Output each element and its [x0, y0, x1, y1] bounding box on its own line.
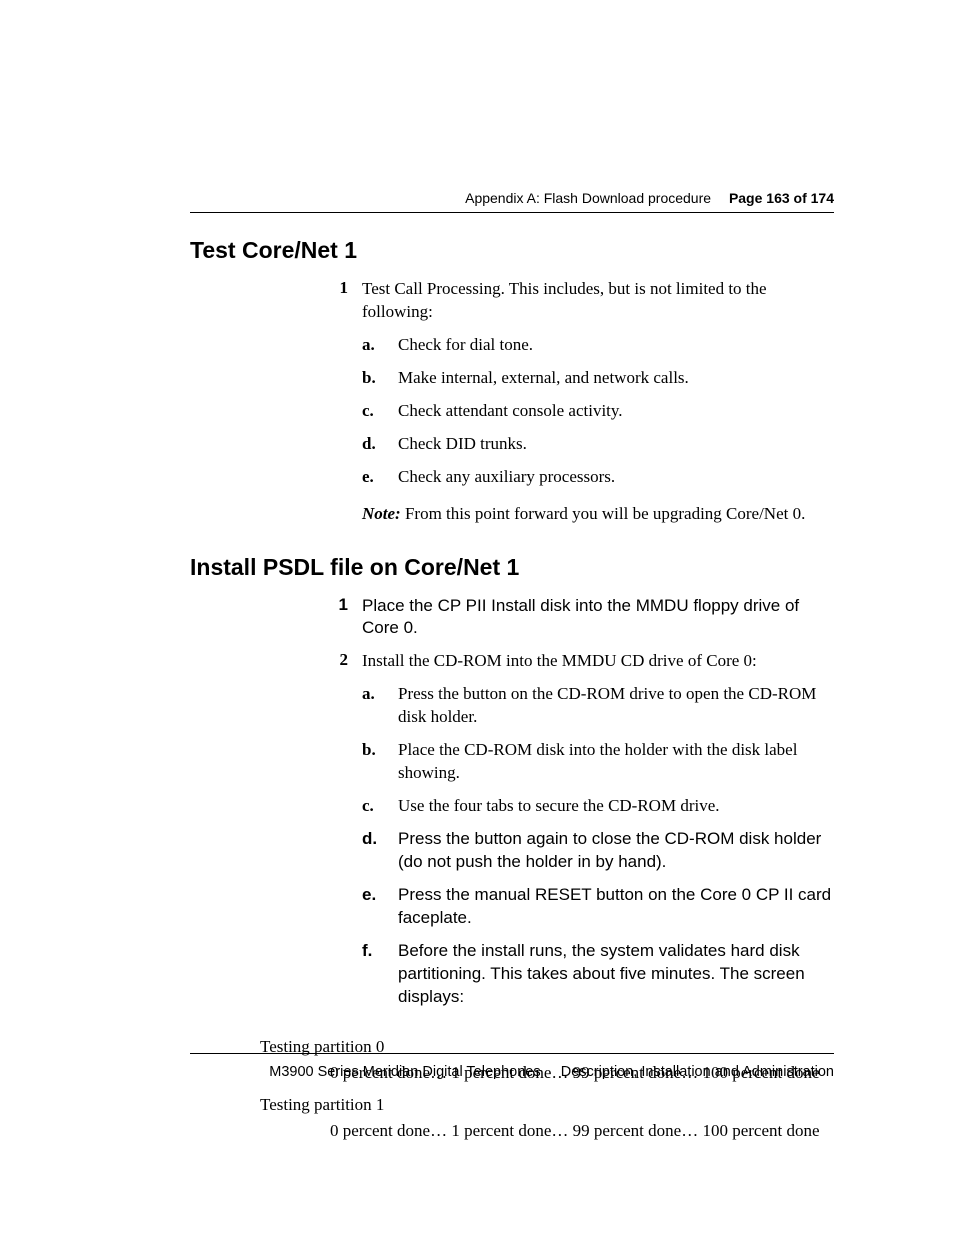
running-footer: M3900 Series Meridian Digital Telephones…: [190, 1053, 834, 1080]
note-text: From this point forward you will be upgr…: [405, 504, 805, 523]
step-number: 2: [320, 650, 348, 1018]
substep-c: c.Check attendant console activity.: [362, 400, 834, 423]
step-number: 1: [320, 278, 348, 526]
section2-substeps: a.Press the button on the CD-ROM drive t…: [362, 683, 834, 1008]
substep-f: f.Before the install runs, the system va…: [362, 940, 834, 1009]
section2-step-1: 1 Place the CP PII Install disk into the…: [320, 595, 834, 641]
step-text: Test Call Processing. This includes, but…: [362, 279, 767, 321]
step-number: 1: [320, 595, 348, 641]
section-heading-test-core: Test Core/Net 1: [190, 237, 834, 264]
section1-step-1: 1 Test Call Processing. This includes, b…: [320, 278, 834, 526]
step-text: Place the CP PII Install disk into the M…: [362, 596, 799, 638]
substep-a: a.Check for dial tone.: [362, 334, 834, 357]
section1-step-list: 1 Test Call Processing. This includes, b…: [320, 278, 834, 526]
footer-doc-title: Description, Installation and Administra…: [561, 1064, 834, 1080]
section-heading-install-psdl: Install PSDL file on Core/Net 1: [190, 554, 834, 581]
substep-e: e.Press the manual RESET button on the C…: [362, 884, 834, 930]
section1-substeps: a.Check for dial tone. b.Make internal, …: [362, 334, 834, 489]
substep-d: d.Check DID trunks.: [362, 433, 834, 456]
substep-b: b.Make internal, external, and network c…: [362, 367, 834, 390]
section2-step-list: 1 Place the CP PII Install disk into the…: [320, 595, 834, 1019]
header-appendix: Appendix A: Flash Download procedure: [465, 190, 711, 206]
note-label: Note:: [362, 504, 401, 523]
header-page-number: Page 163 of 174: [729, 190, 834, 206]
section2-step-2: 2 Install the CD-ROM into the MMDU CD dr…: [320, 650, 834, 1018]
substep-b: b.Place the CD-ROM disk into the holder …: [362, 739, 834, 785]
substep-c: c.Use the four tabs to secure the CD-ROM…: [362, 795, 834, 818]
testing-partition-1: Testing partition 1: [260, 1095, 834, 1115]
step-text: Install the CD-ROM into the MMDU CD driv…: [362, 651, 757, 670]
footer-product: M3900 Series Meridian Digital Telephones: [269, 1064, 540, 1080]
substep-d: d.Press the button again to close the CD…: [362, 828, 834, 874]
substep-a: a.Press the button on the CD-ROM drive t…: [362, 683, 834, 729]
substep-e: e.Check any auxiliary processors.: [362, 466, 834, 489]
running-header: Appendix A: Flash Download procedure Pag…: [190, 190, 834, 213]
section1-note: Note: From this point forward you will b…: [362, 503, 834, 526]
testing-partition-1-progress: 0 percent done… 1 percent done… 99 perce…: [330, 1121, 834, 1141]
